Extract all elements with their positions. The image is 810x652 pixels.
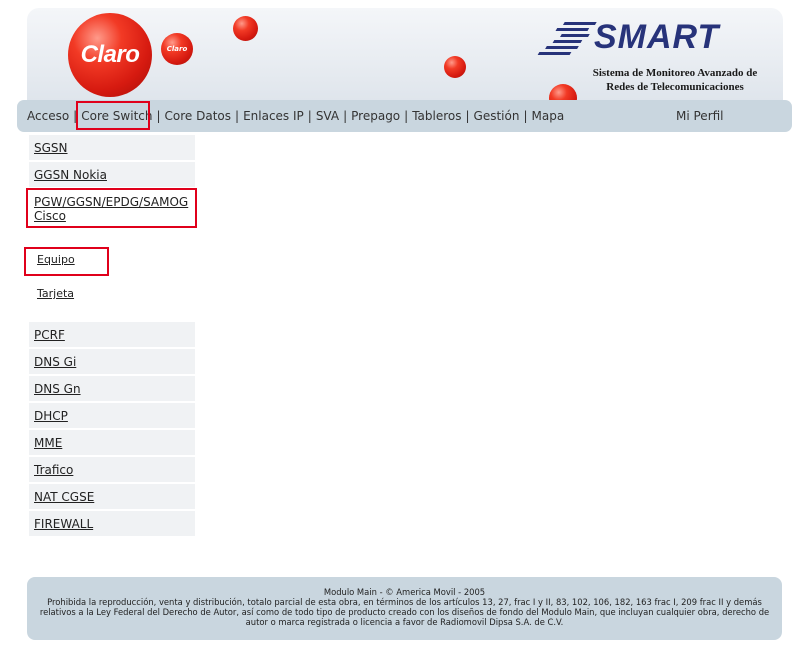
- sidebar-item-sgsn[interactable]: SGSN: [29, 135, 195, 160]
- sidebar-item-trafico[interactable]: Trafico: [29, 457, 195, 482]
- nav-item-acceso[interactable]: Acceso: [27, 109, 69, 123]
- claro-logo-text: Claro: [80, 41, 140, 68]
- sidebar-item-label[interactable]: PCRF: [34, 328, 65, 342]
- claro-logo: Claro: [68, 13, 152, 97]
- smart-title: SMART: [594, 18, 720, 56]
- sidebar-item-dns-gi[interactable]: DNS Gi: [29, 349, 195, 374]
- sidebar-item-dhcp[interactable]: DHCP: [29, 403, 195, 428]
- nav-item-tableros[interactable]: Tableros: [412, 109, 461, 123]
- sidebar-item-label[interactable]: GGSN Nokia: [34, 168, 107, 182]
- nav-separator: |: [343, 109, 348, 123]
- highlight-pgw-cisco: [26, 188, 197, 228]
- smart-subtitle-line2: Redes de Telecomunicaciones: [606, 81, 744, 93]
- sidebar-subitem-label[interactable]: Tarjeta: [37, 287, 74, 300]
- nav-item-mi-perfil[interactable]: Mi Perfil: [676, 109, 724, 123]
- footer-copyright: Modulo Main - © America Movil - 2005: [323, 587, 486, 597]
- claro-ball-text: Claro: [166, 45, 188, 53]
- sidebar-item-label[interactable]: NAT CGSE: [34, 490, 94, 504]
- sidebar-item-label[interactable]: DNS Gn: [34, 382, 81, 396]
- red-ball-decoration: [444, 56, 466, 78]
- nav-separator: |: [235, 109, 240, 123]
- footer: Modulo Main - © America Movil - 2005 Pro…: [27, 577, 782, 640]
- smart-subtitle-line1: Sistema de Monitoreo Avanzado de: [592, 67, 758, 79]
- nav-item-core-datos[interactable]: Core Datos: [165, 109, 231, 123]
- sidebar-item-label[interactable]: SGSN: [34, 141, 68, 155]
- sidebar-item-dns-gn[interactable]: DNS Gn: [29, 376, 195, 401]
- claro-ball-decoration: Claro: [161, 33, 193, 65]
- nav-item-enlaces-ip[interactable]: Enlaces IP: [243, 109, 304, 123]
- sidebar-item-label[interactable]: Trafico: [34, 463, 73, 477]
- sidebar-item-label[interactable]: DHCP: [34, 409, 68, 423]
- footer-legal-text: Prohibida la reproducción, venta y distr…: [39, 597, 770, 627]
- nav-separator: |: [307, 109, 312, 123]
- sidebar-item-ggsn-nokia[interactable]: GGSN Nokia: [29, 162, 195, 187]
- nav-item-mapa[interactable]: Mapa: [532, 109, 565, 123]
- nav-separator: |: [523, 109, 528, 123]
- sidebar-subitem-tarjeta[interactable]: Tarjeta: [37, 287, 74, 300]
- sidebar-item-firewall[interactable]: FIREWALL: [29, 511, 195, 536]
- nav-item-prepago[interactable]: Prepago: [351, 109, 400, 123]
- sidebar-item-mme[interactable]: MME: [29, 430, 195, 455]
- highlight-core-switch: [76, 101, 150, 130]
- sidebar-item-nat-cgse[interactable]: NAT CGSE: [29, 484, 195, 509]
- sidebar-item-pcrf[interactable]: PCRF: [29, 322, 195, 347]
- smart-subtitle: Sistema de Monitoreo Avanzado de Redes d…: [557, 66, 783, 94]
- sidebar-item-label[interactable]: MME: [34, 436, 62, 450]
- red-ball-decoration: [233, 16, 258, 41]
- sidebar-item-label[interactable]: FIREWALL: [34, 517, 93, 531]
- header-banner: Claro Claro SMART Sistema de Monitoreo A…: [27, 8, 783, 100]
- sidebar-item-label[interactable]: DNS Gi: [34, 355, 76, 369]
- nav-item-sva[interactable]: SVA: [316, 109, 339, 123]
- nav-item-gestion[interactable]: Gestión: [474, 109, 520, 123]
- highlight-equipo: [24, 247, 109, 276]
- nav-separator: |: [465, 109, 470, 123]
- nav-separator: |: [156, 109, 161, 123]
- nav-separator: |: [404, 109, 409, 123]
